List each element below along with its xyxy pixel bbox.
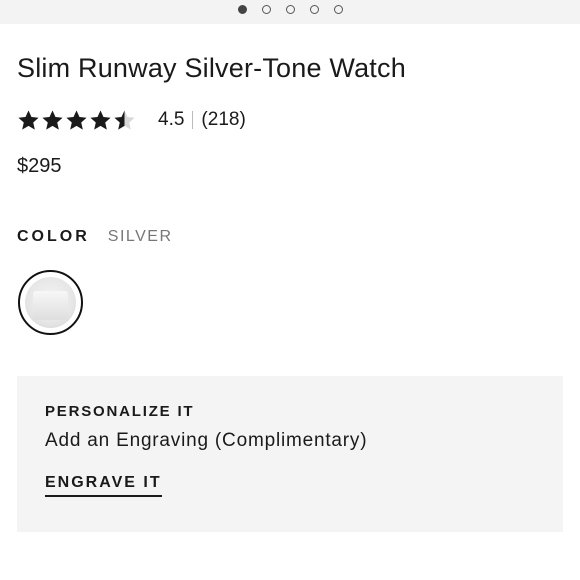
star-rating[interactable] <box>17 109 136 132</box>
product-title: Slim Runway Silver-Tone Watch <box>17 53 406 83</box>
review-count-link[interactable]: (218) <box>201 109 245 131</box>
star-half-icon <box>114 109 135 130</box>
selected-color-value: SILVER <box>107 228 173 245</box>
color-selector-header: COLOR SILVER <box>17 228 173 246</box>
carousel-dot-5[interactable] <box>333 5 343 14</box>
star-full-icon <box>90 109 111 130</box>
star-full-icon <box>18 109 39 130</box>
carousel-pagination <box>0 5 580 14</box>
star-full-icon <box>66 109 87 130</box>
rating-row: 4.5 (218) <box>17 107 246 133</box>
rating-value: 4.5 <box>158 109 185 130</box>
engraving-description: Add an Engraving (Complimentary) <box>45 430 368 451</box>
carousel-dot-1[interactable] <box>237 5 247 14</box>
personalize-panel: PERSONALIZE IT Add an Engraving (Complim… <box>17 376 563 532</box>
swatch-image <box>25 277 76 328</box>
rating-divider <box>192 111 194 129</box>
carousel-dot-4[interactable] <box>309 5 319 14</box>
engrave-it-link[interactable]: ENGRAVE IT <box>45 474 162 497</box>
star-full-icon <box>42 109 63 130</box>
silver-swatch[interactable] <box>18 270 83 335</box>
carousel-dot-3[interactable] <box>285 5 295 14</box>
personalize-title: PERSONALIZE IT <box>45 403 195 420</box>
product-price: $295 <box>17 155 62 177</box>
carousel-dot-2[interactable] <box>261 5 271 14</box>
color-label: COLOR <box>17 228 90 245</box>
